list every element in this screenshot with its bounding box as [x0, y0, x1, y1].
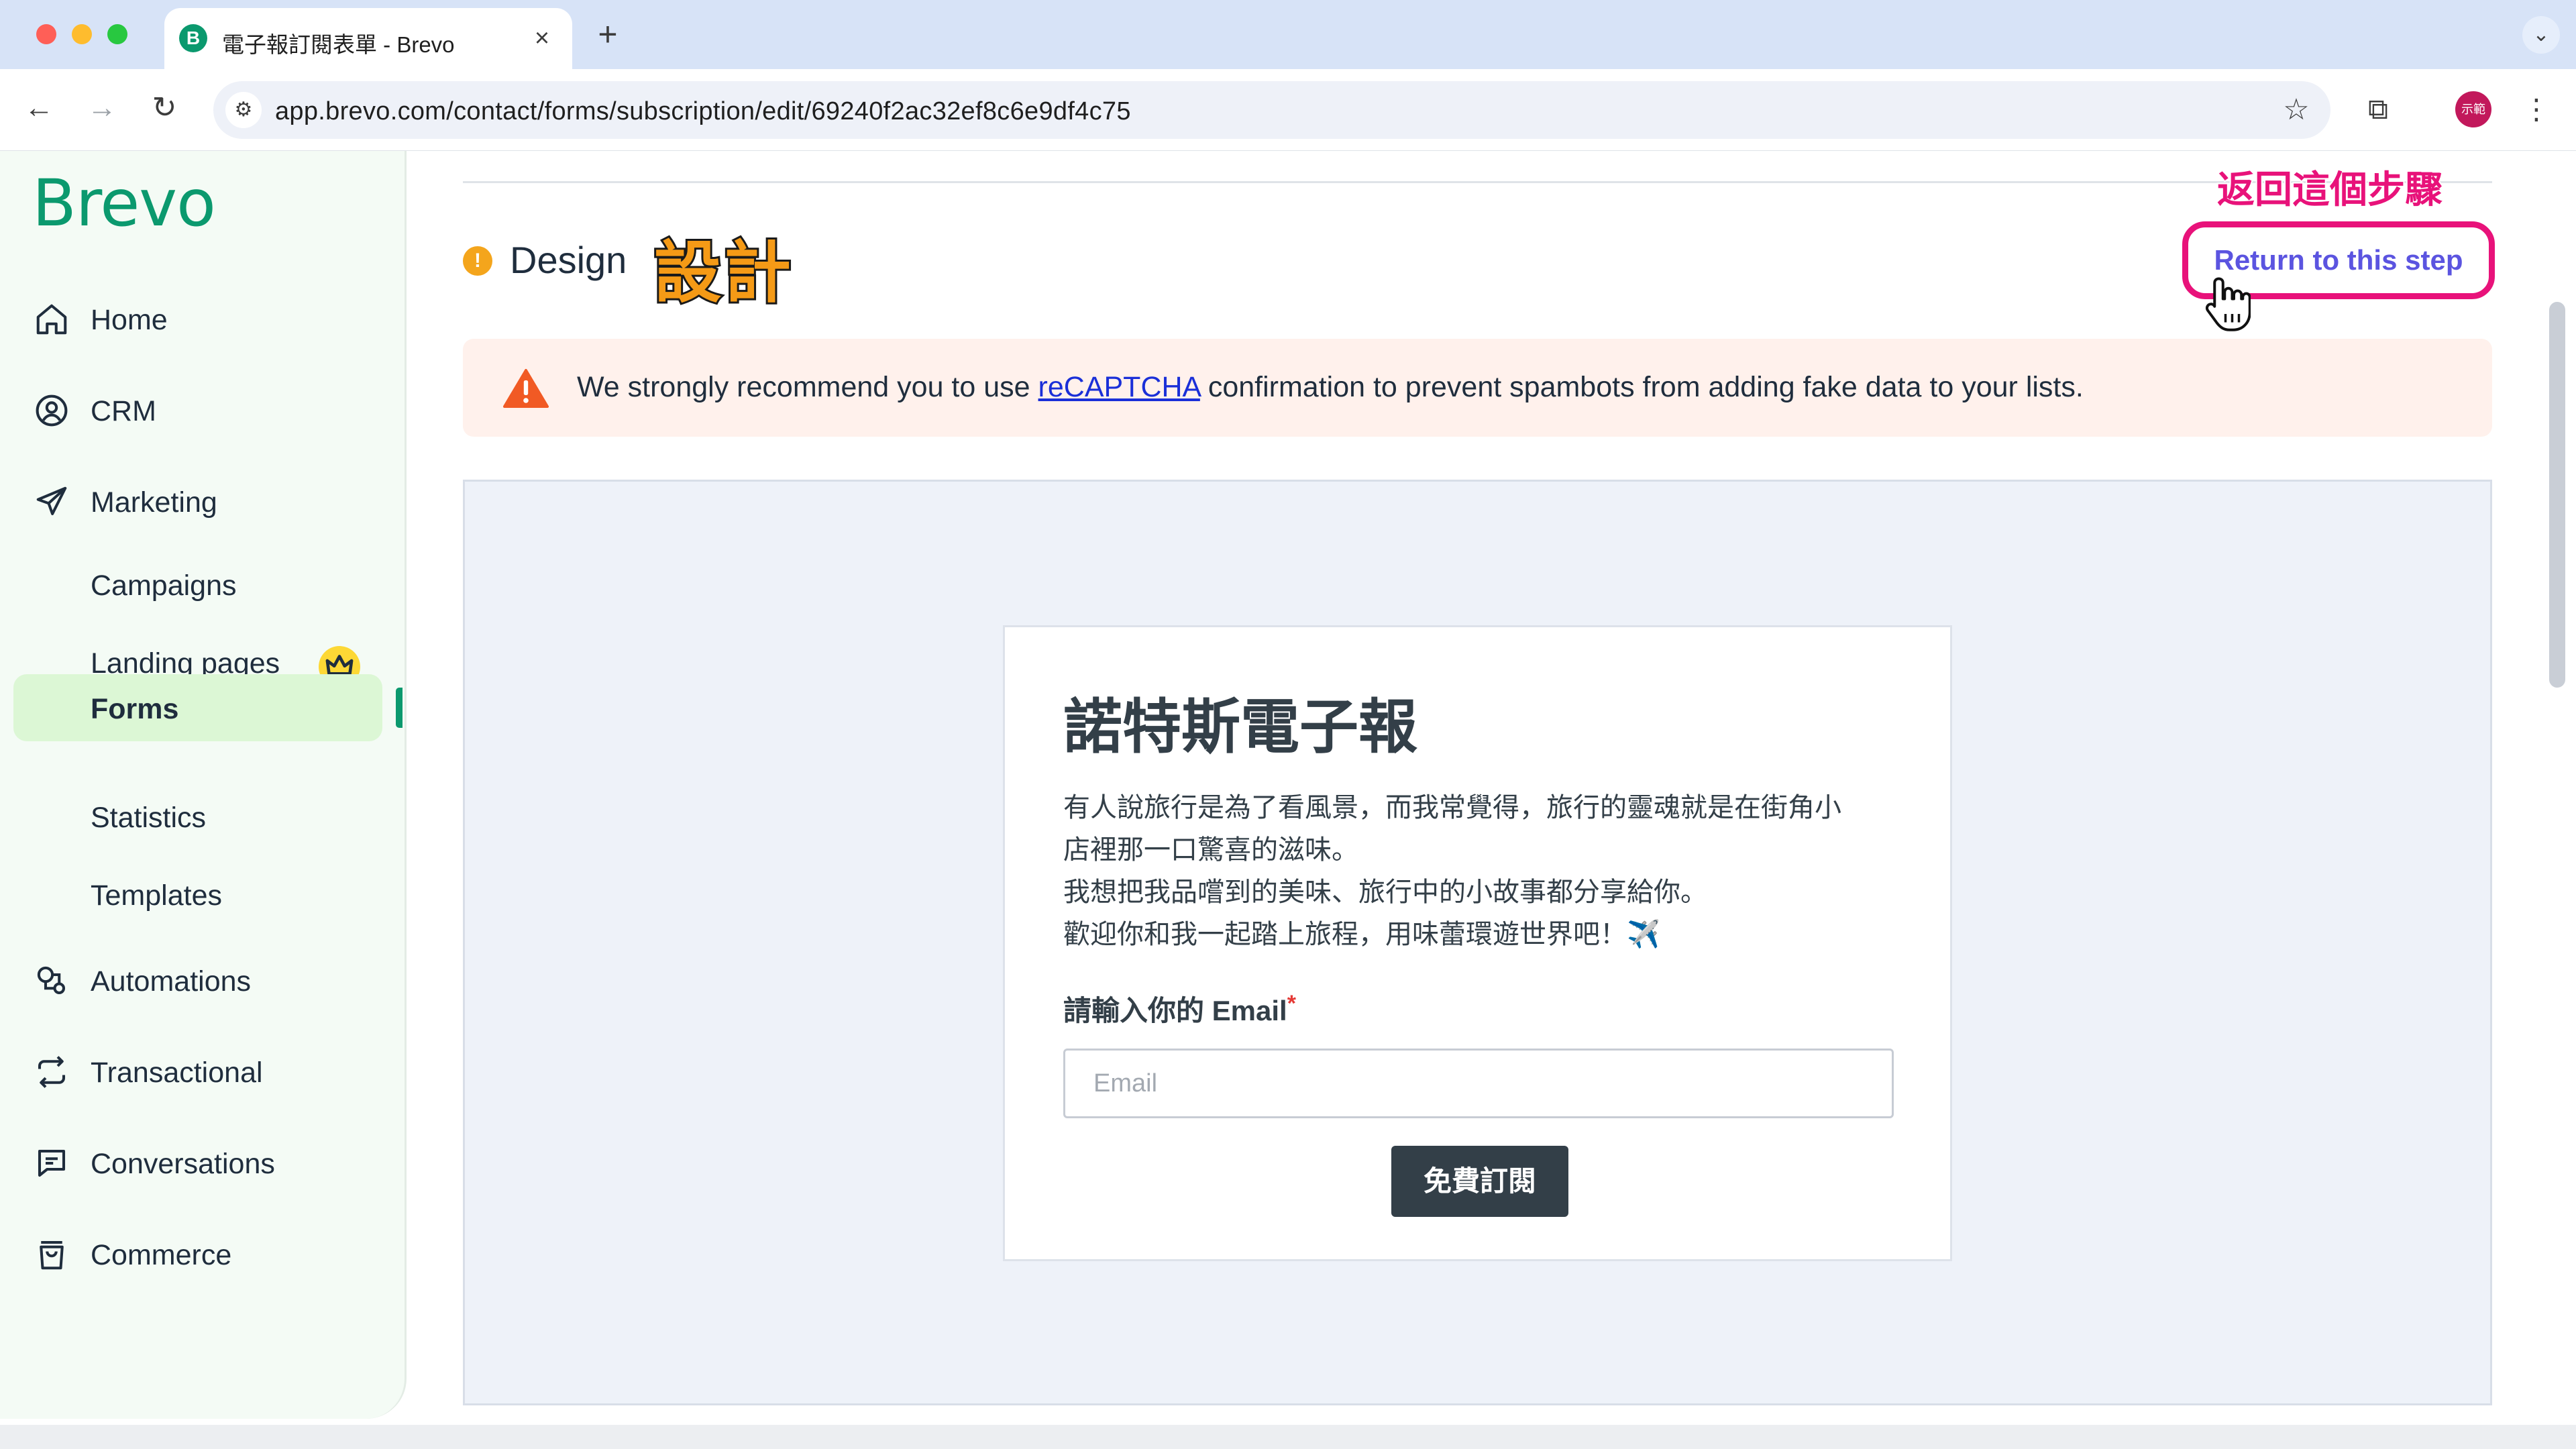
window-close-button[interactable]: [36, 24, 56, 44]
window-zoom-button[interactable]: [107, 24, 127, 44]
browser-tab-active[interactable]: B 電子報訂閱表單 - Brevo ×: [164, 8, 572, 69]
contact-circle-icon: [36, 394, 68, 427]
form-description-line: 歡迎你和我一起踏上旅程，用味蕾環遊世界吧！✈️: [1063, 920, 1660, 949]
window-bottom-edge: [0, 1425, 2576, 1449]
paper-plane-icon: [36, 486, 67, 516]
browser-tab-bar: B 電子報訂閱表單 - Brevo × + ⌄: [0, 0, 2576, 69]
sidebar-item-automations[interactable]: Automations: [0, 947, 407, 1014]
recaptcha-warning-banner: We strongly recommend you to use reCAPTC…: [463, 339, 2492, 437]
email-input[interactable]: [1063, 1049, 1894, 1118]
annotation-return-label: 返回這個步驟: [2216, 167, 2444, 213]
back-arrow-icon[interactable]: ←: [19, 88, 59, 128]
warning-triangle-icon: [503, 369, 549, 408]
sidebar-item-home[interactable]: Home: [0, 285, 407, 352]
sidebar-item-commerce[interactable]: Commerce: [0, 1220, 407, 1287]
tab-title: 電子報訂閱表單 - Brevo: [222, 32, 455, 57]
subscribe-button[interactable]: 免費訂閱: [1391, 1146, 1568, 1217]
sidebar-item-label: Automations: [91, 965, 252, 998]
browser-toolbar: ← → ↻ ⚙ app.brevo.com/contact/forms/subs…: [0, 69, 2576, 151]
sidebar-item-label: Forms: [91, 693, 179, 725]
form-title: 諾特斯電子報: [1063, 694, 1418, 760]
new-tab-plus-icon[interactable]: +: [590, 17, 625, 52]
step-title-design: Design: [510, 239, 627, 281]
brevo-favicon-icon: B: [179, 24, 207, 52]
form-description-line: 店裡那一口驚喜的滋味。: [1063, 835, 1358, 865]
sidebar-subitem-templates[interactable]: Templates: [0, 862, 407, 929]
sidebar-item-transactional[interactable]: Transactional: [0, 1038, 407, 1105]
window-minimize-button[interactable]: [72, 24, 92, 44]
reload-icon[interactable]: ↻: [144, 88, 184, 128]
hand-pointer-cursor-icon: [2205, 277, 2251, 331]
brevo-logo[interactable]: Brevo: [32, 166, 216, 241]
alert-text-prefix: We strongly recommend you to use: [577, 371, 1038, 403]
form-description: 有人說旅行是為了看風景，而我常覺得，旅行的靈魂就是在街角小 店裡那一口驚喜的滋味…: [1063, 787, 1922, 956]
sidebar-item-label: CRM: [91, 395, 156, 427]
warning-status-icon: !: [463, 246, 492, 276]
sidebar-subitem-forms[interactable]: Forms: [0, 674, 407, 741]
browser-menu-dots-icon[interactable]: ⋮: [2520, 89, 2553, 129]
sidebar-item-marketing[interactable]: Marketing: [0, 468, 407, 535]
sidebar-item-label: Templates: [91, 879, 222, 912]
sidebar-item-conversations[interactable]: Conversations: [0, 1129, 407, 1196]
required-asterisk: *: [1287, 991, 1296, 1016]
active-item-indicator: [396, 688, 402, 728]
tab-search-chevron-icon[interactable]: ⌄: [2522, 16, 2560, 54]
sidebar-item-label: Campaigns: [91, 570, 237, 602]
sidebar-item-label: Commerce: [91, 1239, 232, 1271]
profile-avatar[interactable]: 示範: [2455, 91, 2491, 127]
sidebar-subitem-campaigns[interactable]: Campaigns: [0, 552, 407, 619]
forward-arrow-icon[interactable]: →: [82, 88, 122, 128]
chat-bubble-icon: [38, 1149, 66, 1177]
url-text[interactable]: app.brevo.com/contact/forms/subscription…: [275, 97, 1131, 126]
alert-message: We strongly recommend you to use reCAPTC…: [577, 371, 2084, 404]
form-description-line: 有人說旅行是為了看風景，而我常覺得，旅行的靈魂就是在街角小: [1063, 793, 1841, 822]
sidebar-item-label: Home: [91, 304, 168, 336]
active-item-highlight: [13, 674, 382, 741]
bookmark-star-icon[interactable]: ☆: [2278, 92, 2314, 128]
email-label-text: 請輸入你的 Email: [1063, 995, 1287, 1026]
email-field-label: 請輸入你的 Email*: [1063, 988, 1296, 1029]
alert-text-suffix: confirmation to prevent spambots from ad…: [1199, 371, 2084, 403]
extensions-puzzle-icon[interactable]: ⧉: [2358, 89, 2398, 129]
address-bar[interactable]: ⚙ app.brevo.com/contact/forms/subscripti…: [213, 81, 2330, 139]
sidebar-item-label: Statistics: [91, 802, 207, 834]
form-description-line: 我想把我品嚐到的美味、旅行中的小故事都分享給你。: [1063, 877, 1707, 907]
shopping-bag-icon: [40, 1240, 64, 1270]
recaptcha-link[interactable]: reCAPTCHA: [1038, 371, 1200, 403]
section-divider: [463, 181, 2492, 183]
page-scrollbar-thumb[interactable]: [2549, 302, 2565, 688]
tab-close-icon[interactable]: ×: [527, 23, 557, 54]
sidebar: Brevo Home CRM Marketing Campaigns Landi…: [0, 151, 407, 1419]
site-info-tune-icon[interactable]: ⚙: [225, 92, 262, 128]
sidebar-item-crm[interactable]: CRM: [0, 376, 407, 443]
annotation-design-label: 設計: [652, 231, 794, 314]
subscription-form-card[interactable]: 諾特斯電子報 有人說旅行是為了看風景，而我常覺得，旅行的靈魂就是在街角小 店裡那…: [1003, 625, 1952, 1261]
sidebar-subitem-statistics[interactable]: Statistics: [0, 784, 407, 851]
automation-icon: [37, 966, 66, 995]
sidebar-item-label: Transactional: [91, 1057, 263, 1089]
home-icon: [36, 304, 67, 335]
sidebar-item-label: Conversations: [91, 1148, 275, 1180]
sidebar-item-label: Marketing: [91, 486, 217, 519]
repeat-arrows-icon: [38, 1056, 66, 1088]
